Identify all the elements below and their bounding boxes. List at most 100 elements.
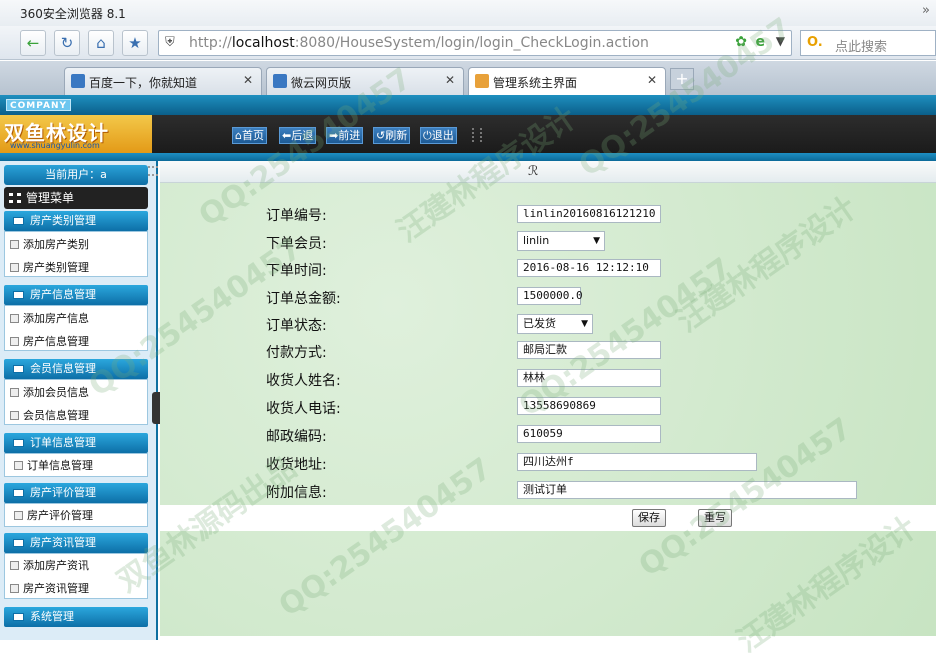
save-button[interactable]: 保存 [632, 509, 666, 527]
page-icon [14, 461, 23, 470]
field-label-member: 下单会员: [266, 236, 327, 252]
field-label-payment: 付款方式: [266, 345, 327, 361]
folder-icon [13, 489, 24, 497]
sidebar-section-member[interactable]: 会员信息管理 [4, 359, 148, 379]
remark-field[interactable]: 测试订单 [517, 481, 857, 499]
cursor-glyph: ℛ [528, 164, 539, 179]
button-row: 保存 重写 [160, 505, 936, 531]
grip-icon [148, 166, 158, 176]
tab-admin[interactable]: 管理系统主界面 ✕ [468, 67, 666, 95]
page-icon [10, 388, 19, 397]
sidebar-item-add-news[interactable]: 添加房产资讯 [10, 557, 89, 573]
toolbar-grip [472, 128, 482, 142]
sidebar-section-house-category[interactable]: 房产类别管理 [4, 211, 148, 231]
sidebar-item-order-manage[interactable]: 订单信息管理 [14, 457, 93, 473]
order-no-field[interactable]: linlin20160816121210 [517, 205, 661, 223]
bottom-strip [160, 636, 936, 640]
sidebar-item-review-manage[interactable]: 房产评价管理 [14, 507, 93, 523]
reset-button[interactable]: 重写 [698, 509, 732, 527]
chevron-down-icon: ▼ [581, 319, 588, 329]
company-strip: COMPANY [0, 95, 936, 115]
page-icon [10, 584, 19, 593]
grid-icon [9, 193, 21, 203]
refresh-icon[interactable]: ↻ [54, 30, 80, 56]
folder-icon [13, 365, 24, 373]
content-topbar: ℛ [148, 161, 936, 183]
field-label-address: 收货地址: [266, 457, 327, 473]
folder-icon [13, 291, 24, 299]
field-label-order-no: 订单编号: [266, 208, 327, 224]
field-label-postcode: 邮政编码: [266, 429, 327, 445]
shield-icon: ⛨ [165, 35, 175, 50]
sidebar-item-category-manage[interactable]: 房产类别管理 [10, 259, 89, 275]
page-icon [10, 314, 19, 323]
paw-icon [71, 74, 85, 88]
field-label-status: 订单状态: [266, 318, 327, 334]
field-label-remark: 附加信息: [266, 485, 327, 501]
sidebar-item-add-house[interactable]: 添加房产信息 [10, 310, 89, 326]
postcode-field[interactable]: 610059 [517, 425, 661, 443]
close-icon[interactable]: ✕ [445, 73, 455, 87]
field-label-receiver-name: 收货人姓名: [266, 373, 341, 389]
address-field[interactable]: 四川达州f [517, 453, 757, 471]
current-user: 当前用户：a [4, 165, 148, 185]
sidebar-item-house-manage[interactable]: 房产信息管理 [10, 333, 89, 349]
home-button[interactable]: ⌂首页 [232, 127, 267, 144]
logo: 双鱼林设计 www.shuangyulin.com [0, 115, 152, 153]
page-icon [10, 411, 19, 420]
sidebar-section-news[interactable]: 房产资讯管理 [4, 533, 148, 553]
main-content: ℛ 订单编号: linlin20160816121210 下单会员: linli… [148, 161, 936, 640]
site-header: 双鱼林设计 www.shuangyulin.com ⌂首页 ⬅后退 ➡前进 ↺刷… [0, 115, 936, 153]
header-band [0, 153, 936, 161]
chevron-right-icon[interactable]: » [922, 3, 930, 18]
browser-nav-bar: ← ↻ ⌂ ★ ⛨ http://localhost:8080/HouseSys… [0, 26, 936, 60]
close-icon[interactable]: ✕ [243, 73, 253, 87]
new-tab-button[interactable]: + [670, 68, 694, 90]
browser-title-bar: 360安全浏览器 8.1 » [0, 0, 936, 26]
sidebar-collapse-handle[interactable] [152, 392, 160, 424]
sidebar: 当前用户：a 管理菜单 房产类别管理 添加房产类别 房产类别管理 房产信息管理 … [0, 161, 158, 640]
sidebar-item-add-category[interactable]: 添加房产类别 [10, 236, 89, 252]
sidebar-section-system[interactable]: 系统管理 [4, 607, 148, 627]
field-label-receiver-phone: 收货人电话: [266, 401, 341, 417]
main-menu-header[interactable]: 管理菜单 [4, 187, 148, 209]
home-icon[interactable]: ⌂ [88, 30, 114, 56]
back-arrow-icon[interactable]: ← [20, 30, 46, 56]
folder-icon [13, 439, 24, 447]
refresh-button[interactable]: ↺刷新 [373, 127, 411, 144]
close-icon[interactable]: ✕ [647, 73, 657, 87]
sidebar-item-news-manage[interactable]: 房产资讯管理 [10, 580, 89, 596]
browser-title: 360安全浏览器 8.1 [20, 7, 126, 21]
cloud-icon [273, 74, 287, 88]
tab-weiyun[interactable]: 微云网页版 ✕ [266, 67, 464, 95]
payment-field[interactable]: 邮局汇款 [517, 341, 661, 359]
field-label-order-time: 下单时间: [266, 263, 327, 279]
search-engine-icon: O. [807, 35, 823, 50]
ie-icon[interactable]: e [756, 34, 766, 50]
receiver-name-field[interactable]: 林林 [517, 369, 661, 387]
back-button[interactable]: ⬅后退 [279, 127, 317, 144]
sidebar-section-review[interactable]: 房产评价管理 [4, 483, 148, 503]
order-time-field[interactable]: 2016-08-16 12:12:10 [517, 259, 661, 277]
gear-icon[interactable]: ✿ [735, 34, 747, 50]
page-icon [14, 511, 23, 520]
total-amount-field[interactable]: 1500000.0 [517, 287, 583, 305]
folder-icon [13, 613, 24, 621]
page-icon [10, 561, 19, 570]
forward-button[interactable]: ➡前进 [326, 127, 364, 144]
receiver-phone-field[interactable]: 13558690869 [517, 397, 661, 415]
chevron-down-icon[interactable]: ▼ [776, 34, 785, 48]
url-text: http://localhost:8080/HouseSystem/login/… [189, 35, 649, 51]
search-box[interactable]: O. 点此搜索 [800, 30, 936, 56]
sidebar-item-add-member[interactable]: 添加会员信息 [10, 384, 89, 400]
sidebar-section-order[interactable]: 订单信息管理 [4, 433, 148, 453]
member-select[interactable]: linlin ▼ [517, 231, 605, 251]
search-placeholder: 点此搜索 [835, 40, 888, 55]
sidebar-section-house-info[interactable]: 房产信息管理 [4, 285, 148, 305]
sidebar-item-member-manage[interactable]: 会员信息管理 [10, 407, 89, 423]
status-select[interactable]: 已发货 ▼ [517, 314, 593, 334]
logout-button[interactable]: ⏻退出 [420, 127, 457, 144]
address-bar[interactable]: ⛨ http://localhost:8080/HouseSystem/logi… [158, 30, 792, 56]
tab-baidu[interactable]: 百度一下，你就知道 ✕ [64, 67, 262, 95]
star-icon[interactable]: ★ [122, 30, 148, 56]
